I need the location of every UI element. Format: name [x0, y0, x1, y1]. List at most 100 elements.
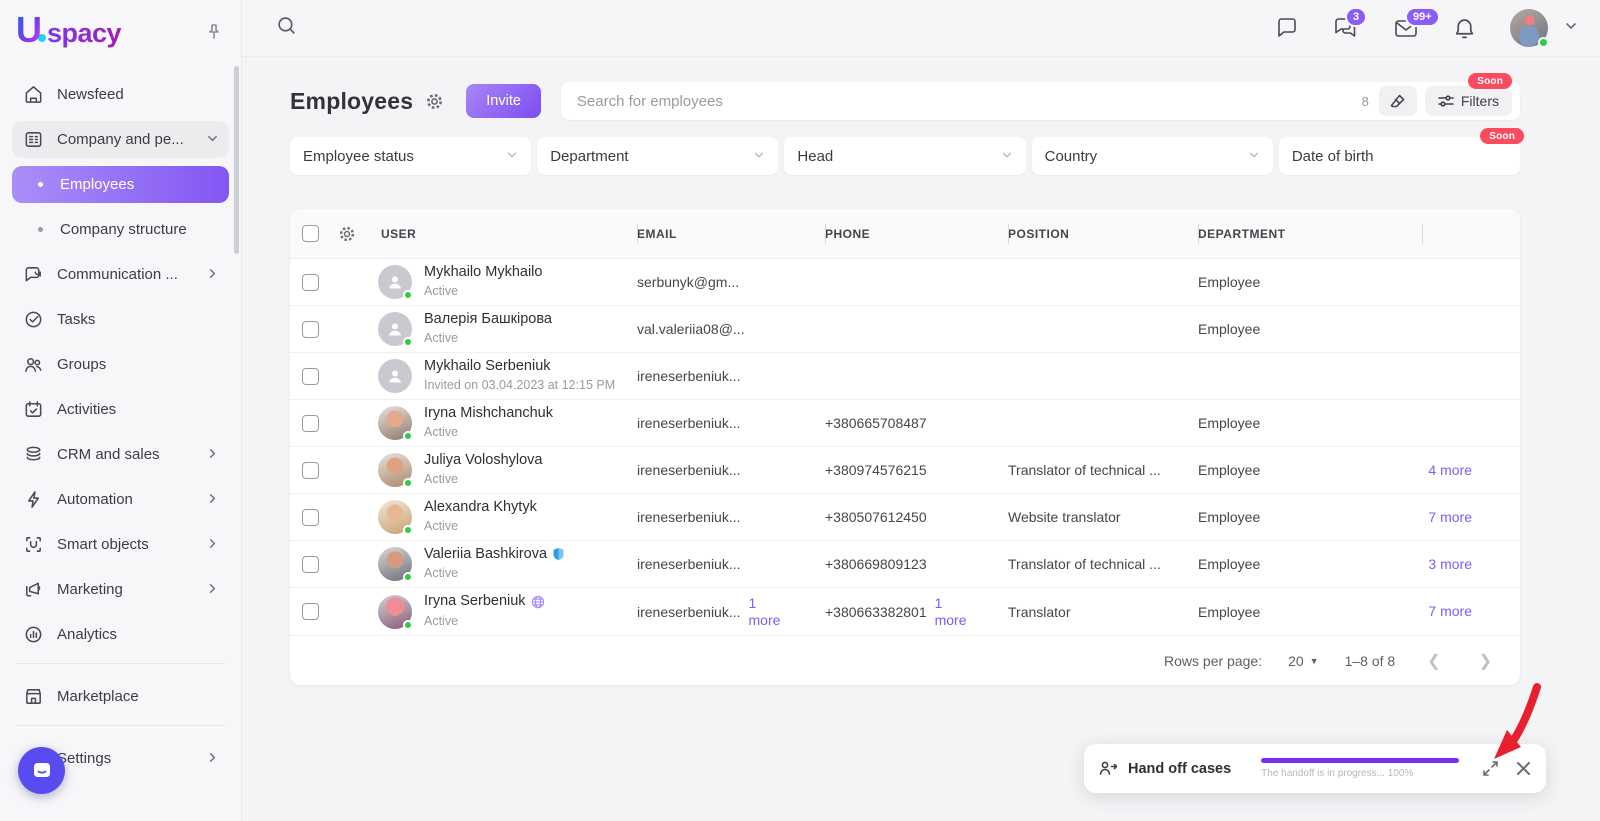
analytics-icon — [22, 624, 44, 646]
filter-employee-status[interactable]: Employee status — [290, 137, 531, 175]
employee-name[interactable]: Валерія Башкірова — [424, 310, 552, 328]
user-menu[interactable] — [1510, 9, 1578, 47]
filter-country[interactable]: Country — [1032, 137, 1273, 175]
global-search-icon[interactable] — [276, 15, 297, 41]
handoff-cases-widget: Hand off cases The handoff is in progres… — [1084, 744, 1546, 793]
messenger-icon[interactable]: 3 — [1333, 16, 1359, 40]
filters-button[interactable]: Filters — [1425, 86, 1512, 116]
email-cell: serbunyk@gm... — [637, 274, 825, 290]
table-row[interactable]: Juliya VoloshylovaActiveireneserbeniuk..… — [290, 447, 1520, 494]
position-cell: Website translator — [1008, 509, 1198, 525]
sidebar-item-crm-and-sales[interactable]: CRM and sales — [12, 436, 229, 473]
employee-status: Active — [424, 425, 458, 439]
feedback-chat-icon[interactable] — [1275, 16, 1299, 40]
pin-sidebar-icon[interactable] — [205, 23, 223, 46]
sidebar-item-smart-objects[interactable]: Smart objects — [12, 526, 229, 563]
chat-bubble-icon — [30, 759, 54, 783]
phone-more-link[interactable]: 1more — [935, 595, 967, 627]
table-row[interactable]: Mykhailo SerbeniukInvited on 03.04.2023 … — [290, 353, 1520, 400]
invite-button[interactable]: Invite — [466, 84, 541, 118]
row-checkbox[interactable] — [302, 321, 319, 338]
employee-name[interactable]: Mykhailo Serbeniuk — [424, 357, 615, 375]
uspacy-logo[interactable]: Uspacy — [16, 12, 121, 56]
sidebar-item-newsfeed[interactable]: Newsfeed — [12, 76, 229, 113]
notifications-bell-icon[interactable] — [1453, 17, 1476, 40]
user-cell: Juliya VoloshylovaActive — [338, 447, 637, 493]
sidebar-item-employees[interactable]: Employees — [12, 166, 229, 203]
user-cell: Mykhailo MykhailoActive — [338, 259, 637, 305]
sidebar-item-marketing[interactable]: Marketing — [12, 571, 229, 608]
next-page-chevron[interactable]: ❯ — [1473, 651, 1498, 671]
column-header-department[interactable]: DEPARTMENT — [1198, 209, 1423, 258]
row-checkbox[interactable] — [302, 462, 319, 479]
sidebar-item-analytics[interactable]: Analytics — [12, 616, 229, 653]
row-checkbox[interactable] — [302, 509, 319, 526]
soon-badge: Soon — [1468, 73, 1512, 89]
sidebar-item-tasks[interactable]: Tasks — [12, 301, 229, 338]
sidebar-scrollbar[interactable] — [234, 66, 239, 254]
employee-search-input[interactable] — [577, 93, 1352, 110]
column-header-position[interactable]: POSITION — [1008, 209, 1198, 258]
sidebar-item-company-and-pe[interactable]: Company and pe... — [12, 121, 229, 158]
row-more-link[interactable]: 7 more — [1428, 509, 1472, 525]
mail-icon[interactable]: 99+ — [1393, 16, 1419, 40]
sidebar-item-groups[interactable]: Groups — [12, 346, 229, 383]
chevron-right-icon — [206, 447, 219, 463]
employee-name[interactable]: Iryna Serbeniuk — [424, 592, 545, 610]
sidebar-item-company-structure[interactable]: Company structure — [12, 211, 229, 248]
sidebar-item-marketplace[interactable]: Marketplace — [12, 678, 229, 715]
position-cell: Translator of technical ... — [1008, 462, 1198, 478]
employee-name[interactable]: Iryna Mishchanchuk — [424, 404, 553, 422]
row-avatar — [378, 500, 412, 534]
filter-date-of-birth[interactable]: Date of birthSoon — [1279, 137, 1520, 175]
row-more-link[interactable]: 7 more — [1428, 603, 1472, 619]
row-checkbox[interactable] — [302, 415, 319, 432]
row-checkbox[interactable] — [302, 274, 319, 291]
filters-sliders-icon — [1438, 94, 1454, 108]
filter-label: Date of birth — [1292, 148, 1374, 165]
employee-status: Active — [424, 566, 458, 580]
table-row[interactable]: Iryna MishchanchukActiveireneserbeniuk..… — [290, 400, 1520, 447]
table-settings-gear-icon[interactable] — [338, 225, 356, 243]
table-row[interactable]: Iryna SerbeniukActiveireneserbeniuk...1m… — [290, 588, 1520, 635]
column-header-user[interactable]: USER — [381, 227, 416, 241]
email-more-link[interactable]: 1more — [749, 595, 781, 627]
filter-department[interactable]: Department — [537, 137, 778, 175]
select-all-checkbox[interactable] — [302, 225, 319, 242]
table-row[interactable]: Valeriia BashkirovaActiveireneserbeniuk.… — [290, 541, 1520, 588]
crm-icon — [22, 444, 44, 466]
row-checkbox[interactable] — [302, 603, 319, 620]
sidebar-item-automation[interactable]: Automation — [12, 481, 229, 518]
employee-name[interactable]: Mykhailo Mykhailo — [424, 263, 542, 281]
messenger-launcher-button[interactable] — [18, 747, 65, 794]
page-settings-gear-icon[interactable] — [425, 92, 444, 111]
expand-widget-icon[interactable] — [1482, 760, 1499, 777]
user-cell: Iryna SerbeniukActive — [338, 588, 637, 635]
filter-label: Employee status — [303, 148, 414, 165]
column-header-email[interactable]: EMAIL — [637, 209, 825, 258]
employee-name[interactable]: Alexandra Khytyk — [424, 498, 537, 516]
employee-name[interactable]: Valeriia Bashkirova — [424, 545, 565, 563]
employee-name[interactable]: Juliya Voloshylova — [424, 451, 543, 469]
rows-per-page-select[interactable]: 20▼ — [1288, 653, 1319, 669]
table-row[interactable]: Mykhailo MykhailoActiveserbunyk@gm...Emp… — [290, 259, 1520, 306]
previous-page-chevron[interactable]: ❮ — [1421, 651, 1446, 671]
row-more-link[interactable]: 4 more — [1428, 462, 1472, 478]
handoff-title: Hand off cases — [1128, 761, 1231, 777]
sidebar-item-activities[interactable]: Activities — [12, 391, 229, 428]
sidebar-item-label: Company and pe... — [57, 131, 206, 148]
row-more-link[interactable]: 3 more — [1428, 556, 1472, 572]
table-row[interactable]: Alexandra KhytykActiveireneserbeniuk...+… — [290, 494, 1520, 541]
online-status-dot — [1538, 37, 1549, 48]
filter-head[interactable]: Head — [784, 137, 1025, 175]
row-checkbox[interactable] — [302, 556, 319, 573]
groups-icon — [22, 354, 44, 376]
column-header-phone[interactable]: PHONE — [825, 209, 1008, 258]
row-checkbox[interactable] — [302, 368, 319, 385]
table-row[interactable]: Валерія БашкіроваActiveval.valeriia08@..… — [290, 306, 1520, 353]
online-status-dot — [403, 525, 413, 535]
filters-button-label: Filters — [1461, 93, 1499, 109]
sidebar-item-communication[interactable]: Communication ... — [12, 256, 229, 293]
clear-search-button[interactable] — [1379, 86, 1417, 116]
close-widget-icon[interactable] — [1515, 760, 1532, 777]
